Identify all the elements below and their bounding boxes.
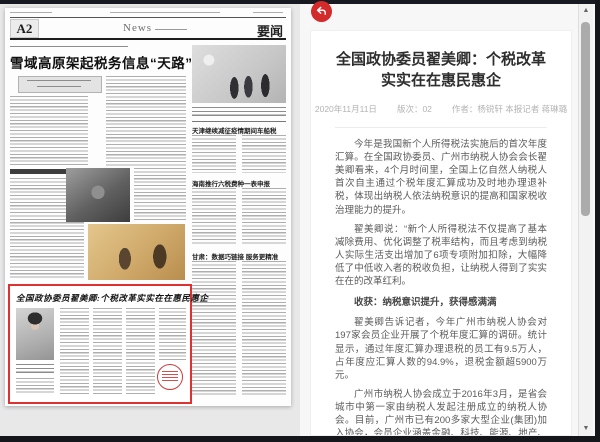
app-window: A2 News 要闻 雪域高原架起税务信息“天路” 天津继续减征疫情期间车船税 …: [0, 0, 600, 442]
lead-text-col-left: [10, 96, 88, 166]
tianjin-col-1: [192, 135, 236, 173]
gansu-col-2: [242, 261, 286, 397]
article-body: 今年是我国新个人所得税法实施后的首次年度汇算。在全国政协委员、广州市纳税人协会会…: [335, 138, 547, 436]
headline-hainan[interactable]: 海南推行六税费种一表申报: [192, 178, 270, 188]
section-name-en: News: [123, 22, 152, 34]
hl-text-col-4: [159, 308, 186, 360]
hainan-col-1: [192, 188, 236, 246]
headline-tianjin[interactable]: 天津继续减征疫情期间车船税: [192, 125, 277, 135]
news-dash: [155, 29, 187, 30]
lead-kicker: [10, 46, 128, 50]
article-card: 全国政协委员翟美卿：个税改革实实在在惠民惠企 2020年11月11日 版次：02…: [310, 30, 572, 436]
tax-office-group-photo: [192, 45, 286, 103]
paragraph: 今年是我国新个人所得税法实施后的首次年度汇算。在全国政协委员、广州市纳税人协会会…: [335, 138, 547, 217]
article-meta: 2020年11月11日 版次：02 作者：杨锐轩 本报记者 蒋琳璐: [335, 103, 547, 115]
page-meta-info: [110, 12, 220, 15]
back-arrow-icon: [315, 5, 328, 18]
header-thin-rule: [10, 17, 286, 18]
hl-text-col-2: [93, 308, 122, 394]
headline-gansu[interactable]: 甘肃：数据巧链接 服务更精准: [192, 251, 278, 261]
hl-text-col-0: [16, 378, 54, 394]
selected-article-title: 全国政协委员翟美卿:个税改革实实在在惠民惠企: [16, 292, 184, 304]
article-author: 作者：杨锐轩 本报记者 蒋琳璐: [452, 103, 567, 115]
column-divider: [192, 121, 286, 122]
scroll-up-icon[interactable]: ▲: [580, 6, 592, 16]
newspaper-page[interactable]: A2 News 要闻 雪域高原架起税务信息“天路” 天津继续减征疫情期间车船税 …: [5, 8, 291, 406]
phone-photo: [66, 168, 130, 222]
scrollbar-thumb[interactable]: [581, 22, 590, 216]
window-top-bar: [0, 0, 600, 4]
page-meta-right: [253, 12, 283, 15]
back-button[interactable]: [311, 1, 332, 22]
article-edition: 版次：02: [397, 103, 432, 115]
paragraph: 广州市纳税人协会成立于2016年3月，是省会城市中第一家由纳税人发起注册成立的纳…: [335, 388, 547, 436]
meta-divider: [335, 127, 547, 128]
window-bottom-bar: [0, 436, 600, 442]
portrait-caption: [16, 364, 54, 374]
paragraph: 翟美卿说：“新个人所得税法不仅提高了基本减除费用、优化调整了税率结构，而且考虑到…: [335, 223, 547, 289]
header-thick-rule: [10, 38, 286, 40]
selected-article-highlight[interactable]: 全国政协委员翟美卿:个税改革实实在在惠民惠企: [8, 284, 192, 404]
photo-caption: [192, 107, 286, 118]
zhai-meiqing-portrait: [16, 308, 54, 360]
hl-text-col-3: [126, 308, 155, 394]
hainan-col-2: [242, 188, 286, 246]
scroll-down-icon[interactable]: ▼: [580, 424, 592, 434]
window-right-bar: [595, 0, 600, 442]
page-meta-date: [10, 12, 52, 15]
lead-text-col-right: [106, 76, 186, 166]
paragraph: 翟美卿告诉记者，今年广州市纳税人协会对197家会员企业开展了个税年度汇算的调研。…: [335, 316, 547, 382]
gansu-col-1: [192, 261, 236, 397]
article-date: 2020年11月11日: [315, 103, 377, 115]
series-banner: [18, 76, 102, 93]
hl-text-col-1: [60, 308, 89, 394]
service-counter-photo: [88, 224, 185, 280]
article-title: 全国政协委员翟美卿：个税改革实实在在惠民惠企: [335, 49, 547, 91]
subhead-gains: 收获：纳税意识提升，获得感满满: [335, 296, 547, 309]
page-number-label: A2: [10, 19, 39, 38]
article-reader-panel: 全国政协委员翟美卿：个税改革实实在在惠民惠企 2020年11月11日 版次：02…: [300, 4, 595, 436]
mid-text-col: [134, 168, 186, 220]
tianjin-col-2: [242, 135, 286, 173]
red-seal-stamp: [157, 364, 183, 390]
